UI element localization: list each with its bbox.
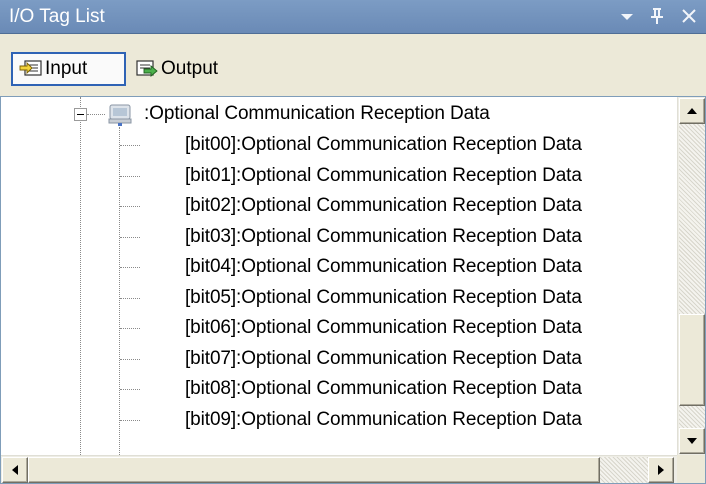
scroll-up-arrow-icon [687,108,697,114]
tree-guide-line [80,97,81,455]
scroll-left-arrow-icon [12,465,18,475]
output-button[interactable]: Output [132,52,242,86]
tree-guide-line [120,236,140,238]
tree-guide-line [120,328,140,329]
tree-guide-line [120,389,140,390]
pin-icon[interactable] [645,4,669,28]
tree-parent-label[interactable]: :Optional Communication Reception Data [144,103,490,125]
tree-guide-line [120,297,140,299]
scroll-thumb[interactable] [679,314,705,406]
scroll-down-button[interactable] [679,428,705,454]
collapse-toggle[interactable] [74,108,87,121]
scroll-right-arrow-icon [658,465,664,475]
output-icon [135,58,159,80]
input-label: Input [45,58,88,79]
device-icon [107,103,133,127]
tree-item-label[interactable]: [bit07]:Optional Communication Reception… [185,348,582,370]
scroll-up-button[interactable] [679,98,705,124]
scroll-down-arrow-icon [687,438,697,444]
output-label: Output [161,58,219,79]
scroll-track-horizontal[interactable] [600,457,648,483]
tree-guide-line [120,419,140,421]
tree-item-label[interactable]: [bit08]:Optional Communication Reception… [185,378,582,400]
title-bar[interactable]: I/O Tag List [0,0,706,34]
tag-tree[interactable]: :Optional Communication Reception Data [… [1,97,677,455]
window-title: I/O Tag List [9,6,105,27]
tree-guide-line [120,175,140,177]
tree-guide-line [87,114,105,115]
horizontal-scrollbar[interactable] [1,455,677,483]
tree-item-label[interactable]: [bit01]:Optional Communication Reception… [185,165,582,187]
tree-item-label[interactable]: [bit03]:Optional Communication Reception… [185,226,582,248]
input-icon [19,58,43,80]
scroll-right-button[interactable] [648,457,674,483]
tree-guide-line [120,145,140,146]
tag-tree-panel: :Optional Communication Reception Data [… [0,96,706,484]
toolbar: Input Output [0,34,706,96]
scroll-track[interactable] [679,406,705,428]
tree-guide-line [120,267,140,268]
input-button[interactable]: Input [11,52,126,86]
tree-item-label[interactable]: [bit05]:Optional Communication Reception… [185,287,582,309]
scroll-left-button[interactable] [2,457,28,483]
vertical-scrollbar[interactable] [677,97,705,455]
scrollbar-corner [677,455,705,483]
scroll-track[interactable] [679,124,705,314]
tree-guide-line [120,206,140,207]
tree-item-label[interactable]: [bit06]:Optional Communication Reception… [185,317,582,339]
tree-item-label[interactable]: [bit00]:Optional Communication Reception… [185,134,582,156]
tree-item-label[interactable]: [bit04]:Optional Communication Reception… [185,256,582,278]
tree-item-label[interactable]: [bit09]:Optional Communication Reception… [185,409,582,431]
tree-guide-line [120,358,140,360]
io-tag-list-window: I/O Tag List Input Output:Optional Comm… [0,0,706,484]
close-icon[interactable] [677,4,701,28]
dropdown-arrow-icon[interactable] [615,4,639,28]
tree-item-label[interactable]: [bit02]:Optional Communication Reception… [185,195,582,217]
scroll-thumb-horizontal[interactable] [28,457,600,483]
